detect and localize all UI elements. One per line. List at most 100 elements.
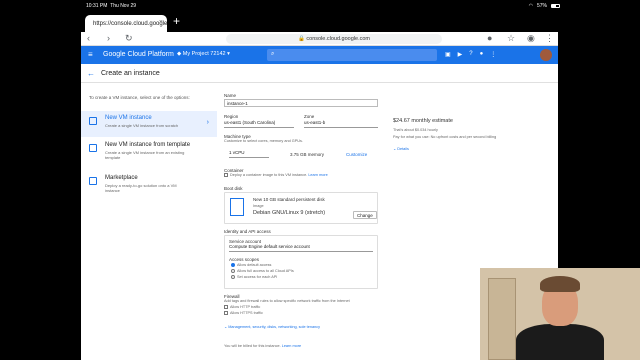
search-icon: ⌕ bbox=[271, 51, 275, 57]
access-scopes-label: Access scopes bbox=[229, 257, 260, 262]
battery-icon bbox=[551, 4, 560, 8]
presenter-shirt bbox=[516, 324, 604, 360]
template-icon bbox=[89, 144, 97, 152]
header-icons: ▣ ▶ ? ● ⋮ bbox=[445, 51, 496, 58]
option-marketplace[interactable]: Marketplace Deploy a ready-to-go solutio… bbox=[81, 171, 217, 197]
status-bar: 10:31 PM Thu Nov 29 ◠ 57% bbox=[0, 0, 640, 11]
option-new-vm[interactable]: New VM instance Create a single VM insta… bbox=[81, 111, 217, 137]
back-icon[interactable]: ‹ bbox=[87, 33, 90, 43]
learn-more-link[interactable]: Learn more bbox=[308, 173, 327, 177]
image-label: Image bbox=[253, 204, 264, 208]
memory-value: 3.75 GB memory bbox=[290, 152, 325, 157]
monthly-estimate: $24.67 monthly estimate bbox=[393, 118, 453, 124]
cpu-select[interactable]: 1 vCPU bbox=[229, 150, 269, 158]
status-right: ◠ 57% bbox=[529, 3, 560, 9]
gift-icon[interactable]: ▣ bbox=[445, 51, 451, 58]
https-option[interactable]: Allow HTTPS traffic bbox=[224, 311, 263, 315]
hourly-estimate: That's about $0.034 hourly bbox=[393, 128, 438, 132]
avatar[interactable] bbox=[540, 49, 552, 61]
firewall-hint: Add tags and firewall rules to allow spe… bbox=[224, 299, 350, 303]
status-time: 10:31 PM Thu Nov 29 bbox=[86, 3, 137, 9]
battery-percent: 57% bbox=[536, 3, 547, 9]
new-tab-icon[interactable]: + bbox=[173, 14, 180, 28]
billing-note: You will be billed for this instance. Le… bbox=[224, 344, 302, 348]
name-label: Name bbox=[224, 93, 237, 98]
radio-icon bbox=[231, 263, 235, 267]
option-title: New VM instance from template bbox=[105, 142, 191, 148]
project-selector[interactable]: ◆ My Project 72142 ▾ bbox=[177, 51, 230, 57]
address-bar[interactable]: 🔒 console.cloud.google.com bbox=[226, 34, 442, 44]
identity-label: Identity and API access bbox=[224, 229, 271, 234]
radio-icon bbox=[231, 269, 235, 273]
service-account-select[interactable]: Compute Engine default service account bbox=[229, 244, 373, 252]
region-label: Region bbox=[224, 114, 239, 119]
page-title: Create an instance bbox=[101, 70, 160, 77]
notifications-icon[interactable]: ● bbox=[480, 51, 484, 58]
tab-bar: https://console.cloud.google × + bbox=[81, 11, 558, 32]
page-header: ← Create an instance bbox=[81, 64, 558, 83]
change-button[interactable]: Change bbox=[353, 211, 377, 219]
option-desc: Create a single VM instance from an exis… bbox=[105, 150, 185, 160]
search-input[interactable]: ⌕ bbox=[267, 49, 437, 61]
intro-text: To create a VM instance, select one of t… bbox=[89, 95, 190, 100]
zone-select[interactable]: us-east1-b bbox=[304, 120, 378, 128]
wifi-icon: ◠ bbox=[528, 3, 533, 9]
scope-default[interactable]: Allow default access bbox=[231, 263, 271, 267]
forward-icon[interactable]: › bbox=[107, 33, 110, 43]
option-title: Marketplace bbox=[105, 175, 138, 181]
gcp-brand[interactable]: Google Cloud Platform bbox=[103, 51, 174, 58]
container-text: Deploy a container image to this VM inst… bbox=[230, 173, 308, 177]
instance-options: To create a VM instance, select one of t… bbox=[81, 83, 217, 360]
mic-icon[interactable]: ● bbox=[487, 33, 492, 43]
disk-icon bbox=[230, 198, 244, 216]
boot-image: Debian GNU/Linux 9 (stretch) bbox=[253, 210, 326, 216]
background-door bbox=[488, 278, 516, 360]
menu-dots-icon[interactable]: ⋮ bbox=[545, 33, 554, 44]
details-link[interactable]: ⌄ Details bbox=[393, 146, 409, 151]
option-desc: Create a single VM instance from scratch bbox=[105, 123, 179, 128]
presenter-hair bbox=[540, 276, 580, 292]
url-text: console.cloud.google.com bbox=[306, 36, 370, 42]
option-desc: Deploy a ready-to-go solution onto a VM … bbox=[105, 183, 177, 193]
more-options-link[interactable]: ⌄ Management, security, disks, networkin… bbox=[224, 324, 320, 329]
reload-icon[interactable]: ↻ bbox=[125, 33, 133, 44]
marketplace-icon bbox=[89, 177, 97, 185]
container-row: Deploy a container image to this VM inst… bbox=[224, 173, 328, 177]
browser-tab[interactable]: https://console.cloud.google × bbox=[85, 15, 167, 32]
close-icon[interactable]: × bbox=[159, 19, 163, 26]
billing-learn-more[interactable]: Learn more bbox=[282, 344, 301, 348]
boot-disk-label: Boot disk bbox=[224, 186, 243, 191]
identity-card: Service account Compute Engine default s… bbox=[224, 235, 378, 289]
machine-hint: Customize to select cores, memory and GP… bbox=[224, 139, 303, 143]
tab-title: https://console.cloud.google bbox=[93, 20, 168, 27]
cloud-shell-icon[interactable]: ▶ bbox=[458, 51, 463, 58]
radio-icon bbox=[231, 275, 235, 279]
gcp-header: ≡ Google Cloud Platform ◆ My Project 721… bbox=[81, 46, 558, 64]
scope-full[interactable]: Allow full access to all Cloud APIs bbox=[231, 269, 294, 273]
name-field[interactable]: instance-1 bbox=[224, 99, 378, 107]
boot-disk-title: New 10 GB standard persistent disk bbox=[253, 197, 325, 202]
http-option[interactable]: Allow HTTP traffic bbox=[224, 305, 260, 309]
bookmark-icon[interactable]: ☆ bbox=[507, 33, 515, 44]
option-title: New VM instance bbox=[105, 115, 152, 121]
option-from-template[interactable]: New VM instance from template Create a s… bbox=[81, 138, 217, 164]
hamburger-icon[interactable]: ≡ bbox=[88, 50, 93, 59]
checkbox-icon bbox=[224, 305, 228, 309]
region-select[interactable]: us-east1 (South Carolina) bbox=[224, 120, 294, 128]
boot-disk-card: New 10 GB standard persistent disk Image… bbox=[224, 192, 378, 224]
browser-toolbar: ‹ › ↻ 🔒 console.cloud.google.com ● ☆ ◉ ⋮ bbox=[81, 32, 558, 46]
vm-icon bbox=[89, 117, 97, 125]
billing-info: Pay for what you use: No upfront costs a… bbox=[393, 135, 497, 139]
scope-each[interactable]: Set access for each API bbox=[231, 275, 277, 279]
help-icon[interactable]: ? bbox=[469, 51, 472, 58]
account-icon[interactable]: ◉ bbox=[527, 33, 535, 44]
more-icon[interactable]: ⋮ bbox=[490, 51, 496, 58]
checkbox-icon bbox=[224, 311, 228, 315]
lock-icon: 🔒 bbox=[298, 36, 307, 42]
zone-label: Zone bbox=[304, 114, 315, 119]
customize-link[interactable]: Customize bbox=[346, 152, 367, 157]
webcam-overlay bbox=[480, 268, 640, 360]
chevron-right-icon: › bbox=[206, 119, 209, 126]
container-checkbox[interactable] bbox=[224, 173, 228, 177]
back-arrow-icon[interactable]: ← bbox=[87, 69, 95, 78]
